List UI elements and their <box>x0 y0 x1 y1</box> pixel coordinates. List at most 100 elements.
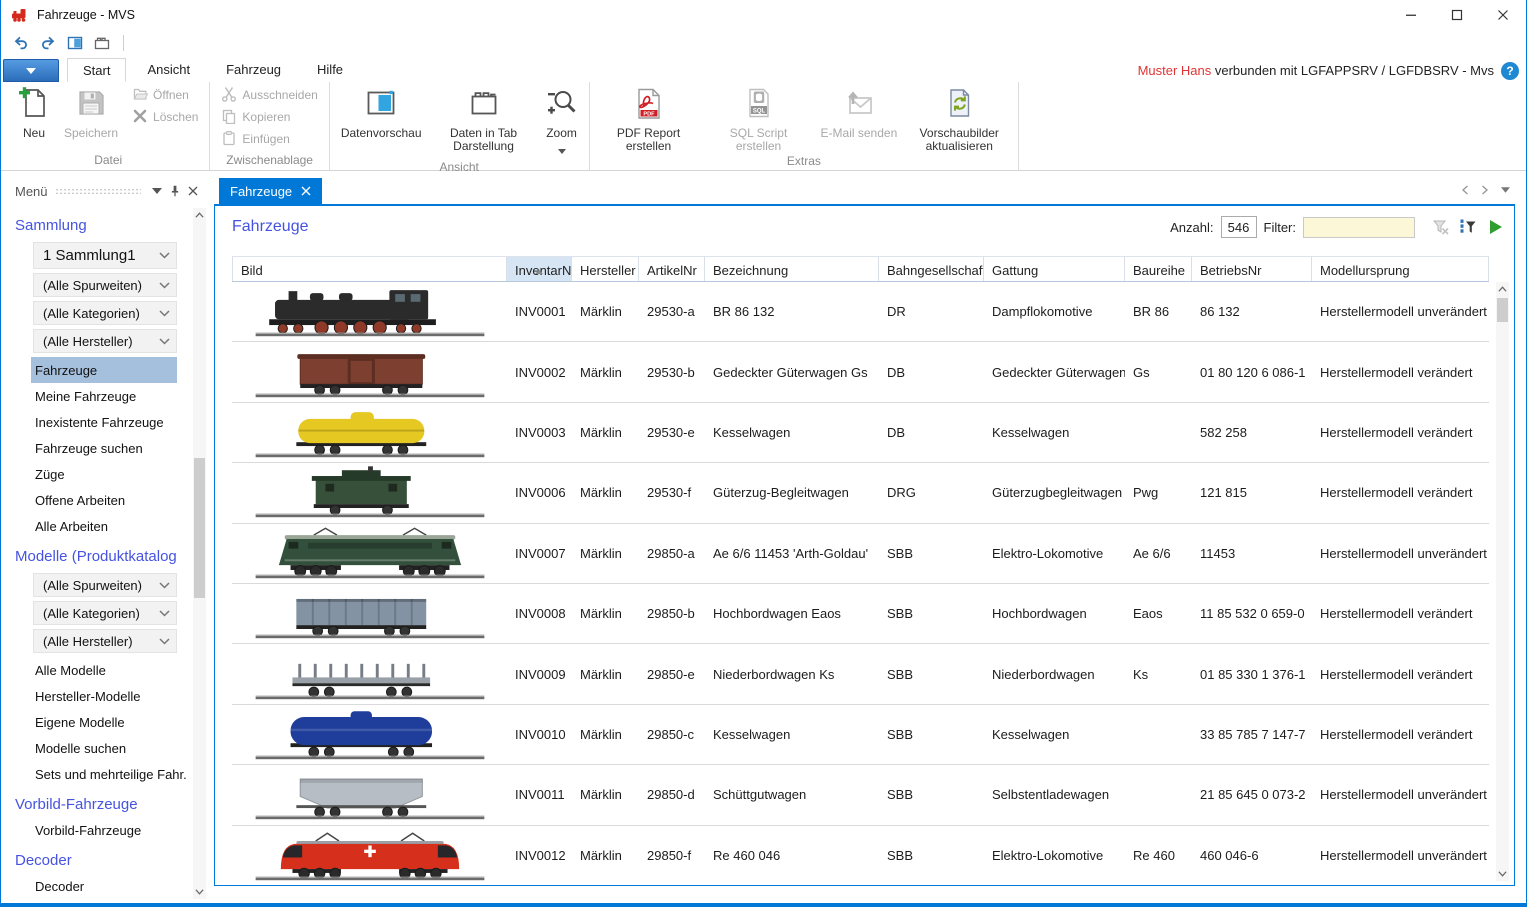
vehicle-image-tank-car <box>232 403 507 462</box>
table-row[interactable]: INV0009Märklin29850-eNiederbordwagen KsS… <box>232 644 1489 704</box>
vehicle-image-electric-locomotive <box>232 524 507 583</box>
app-menu-button[interactable] <box>3 59 59 82</box>
column-header-bahngesellschaft[interactable]: Bahngesellschaft <box>879 257 984 281</box>
scroll-up-icon[interactable] <box>1496 282 1509 296</box>
tab-list-dropdown-icon[interactable] <box>1497 182 1513 198</box>
datenvorschau-button[interactable]: Datenvorschau <box>335 84 428 141</box>
sidebar-item-alle-arbeiten[interactable]: Alle Arbeiten <box>31 513 177 539</box>
filter-settings-icon[interactable] <box>1458 217 1478 237</box>
table-scrollbar[interactable] <box>1496 282 1509 881</box>
cell-bezeichnung: Re 460 046 <box>705 848 879 863</box>
tab-close-icon[interactable] <box>301 186 311 196</box>
redo-icon[interactable] <box>38 33 58 53</box>
sidebar-filter-select[interactable]: (Alle Spurweiten) <box>33 573 177 597</box>
table-row[interactable]: INV0007Märklin29850-aAe 6/6 11453 'Arth-… <box>232 524 1489 584</box>
column-header-baureihe[interactable]: Baureihe <box>1125 257 1192 281</box>
sidebar-filter-select[interactable]: (Alle Kategorien) <box>33 601 177 625</box>
sidebar-item-offene-arbeiten[interactable]: Offene Arbeiten <box>31 487 177 513</box>
sidebar-item-inexistente-fahrzeuge[interactable]: Inexistente Fahrzeuge <box>31 409 177 435</box>
help-icon[interactable]: ? <box>1501 62 1519 80</box>
filter-input[interactable] <box>1303 217 1415 238</box>
daten-in-tab-darstellung-button[interactable]: Daten in Tab Darstellung <box>430 84 538 154</box>
column-header-inventarnr[interactable]: InventarNr <box>507 257 572 281</box>
tab-scroll-left-icon[interactable] <box>1457 182 1473 198</box>
table-row[interactable]: INV0006Märklin29530-fGüterzug-Begleitwag… <box>232 463 1489 523</box>
maximize-button[interactable] <box>1434 0 1480 30</box>
pin-icon[interactable] <box>166 182 184 200</box>
column-header-bezeichnung[interactable]: Bezeichnung <box>705 257 879 281</box>
toolbar-separator <box>123 35 124 51</box>
sidebar-filter-select[interactable]: (Alle Hersteller) <box>33 629 177 653</box>
scrollbar-thumb[interactable] <box>194 458 205 598</box>
sidebar-item-modelle-suchen[interactable]: Modelle suchen <box>31 735 177 761</box>
column-header-modellursprung[interactable]: Modellursprung <box>1312 257 1489 281</box>
sidebar-filter-select[interactable]: (Alle Spurweiten) <box>33 273 177 297</box>
ribbon-tab-start[interactable]: Start <box>67 58 126 82</box>
sidebar-menu-dropdown-icon[interactable] <box>148 182 166 200</box>
sidebar-item-alle-modelle[interactable]: Alle Modelle <box>31 657 177 683</box>
table-row[interactable]: INV0010Märklin29850-cKesselwagenSBBKesse… <box>232 705 1489 765</box>
cell-bezeichnung: Schüttgutwagen <box>705 787 879 802</box>
cell-betriebsnr: 582 258 <box>1192 425 1312 440</box>
button-label: Löschen <box>153 110 198 124</box>
vehicle-image-caboose <box>232 463 507 522</box>
ribbon-tab-ansicht[interactable]: Ansicht <box>132 58 205 82</box>
sidebar-filter-select[interactable]: 1 Sammlung1 <box>33 242 177 269</box>
table-row[interactable]: INV0012Märklin29850-fRe 460 046SBBElektr… <box>232 826 1489 884</box>
vorschaubilder-aktualisieren-button[interactable]: Vorschaubilder aktualisieren <box>905 84 1013 154</box>
column-header-betriebsnr[interactable]: BetriebsNr <box>1192 257 1312 281</box>
clear-filter-icon <box>1431 217 1451 237</box>
tab-bar-icon[interactable] <box>92 33 112 53</box>
quick-access-toolbar <box>1 30 1526 56</box>
table-row[interactable]: INV0001Märklin29530-aBR 86 132DRDampflok… <box>232 282 1489 342</box>
sidebar-item-decoder[interactable]: Decoder <box>31 873 177 899</box>
sidebar-item-züge[interactable]: Züge <box>31 461 177 487</box>
cell-artikelnr: 29530-f <box>639 485 705 500</box>
tab-scroll-right-icon[interactable] <box>1477 182 1493 198</box>
zoom-button[interactable]: Zoom <box>540 84 584 160</box>
sidebar-section-heading: Vorbild-Fahrzeuge <box>4 787 193 817</box>
sidebar-item-eigene-modelle[interactable]: Eigene Modelle <box>31 709 177 735</box>
table-row[interactable]: INV0011Märklin29850-dSchüttgutwagenSBBSe… <box>232 765 1489 825</box>
sidebar-item-hersteller-modelle[interactable]: Hersteller-Modelle <box>31 683 177 709</box>
preview-pane-icon[interactable] <box>65 33 85 53</box>
column-header-bild[interactable]: Bild <box>232 257 507 281</box>
pdf-report-erstellen-button[interactable]: PDFPDF Report erstellen <box>595 84 703 154</box>
button-label: Vorschaubilder aktualisieren <box>911 127 1007 153</box>
scroll-up-icon[interactable] <box>193 208 206 222</box>
chevron-down-icon <box>159 282 170 289</box>
apply-filter-play-icon[interactable] <box>1485 217 1505 237</box>
neu-button[interactable]: Neu <box>12 84 56 141</box>
column-header-hersteller[interactable]: Hersteller <box>572 257 639 281</box>
tab-fahrzeuge[interactable]: Fahrzeuge <box>219 178 322 204</box>
scrollbar-thumb[interactable] <box>1497 298 1508 322</box>
table-row[interactable]: INV0008Märklin29850-bHochbordwagen EaosS… <box>232 584 1489 644</box>
sidebar-item-fahrzeuge[interactable]: Fahrzeuge <box>31 357 177 383</box>
scroll-down-icon[interactable] <box>1496 867 1509 881</box>
column-header-gattung[interactable]: Gattung <box>984 257 1125 281</box>
ribbon-tab-fahrzeug[interactable]: Fahrzeug <box>211 58 296 82</box>
cell-betriebsnr: 01 85 330 1 376-1 <box>1192 667 1312 682</box>
scroll-down-icon[interactable] <box>193 885 206 899</box>
sidebar-item-sets-und-mehrteilige-fahr-[interactable]: Sets und mehrteilige Fahr. <box>31 761 177 787</box>
page-title: Fahrzeuge <box>232 218 309 236</box>
sidebar-filter-select[interactable]: (Alle Hersteller) <box>33 329 177 353</box>
cell-bahngesellschaft: SBB <box>879 667 984 682</box>
table-row[interactable]: INV0002Märklin29530-bGedeckter Güterwage… <box>232 342 1489 402</box>
minimize-button[interactable] <box>1388 0 1434 30</box>
sidebar-close-icon[interactable] <box>184 182 202 200</box>
ribbon-tab-hilfe[interactable]: Hilfe <box>302 58 358 82</box>
sidebar-item-meine-fahrzeuge[interactable]: Meine Fahrzeuge <box>31 383 177 409</box>
cell-inventarnr: INV0007 <box>507 546 572 561</box>
table-row[interactable]: INV0003Märklin29530-eKesselwagenDBKessel… <box>232 403 1489 463</box>
cell-modellursprung: Herstellermodell verändert <box>1312 667 1489 682</box>
undo-icon[interactable] <box>11 33 31 53</box>
sidebar-item-vorbild-fahrzeuge[interactable]: Vorbild-Fahrzeuge <box>31 817 177 843</box>
sidebar-item-fahrzeuge-suchen[interactable]: Fahrzeuge suchen <box>31 435 177 461</box>
column-header-artikelnr[interactable]: ArtikelNr <box>639 257 705 281</box>
sidebar-section-heading: Sammlung <box>4 208 193 238</box>
sidebar-scrollbar[interactable] <box>193 208 206 899</box>
sidebar-filter-select[interactable]: (Alle Kategorien) <box>33 301 177 325</box>
close-button[interactable] <box>1480 0 1526 30</box>
dropdown-arrow-icon[interactable] <box>558 141 566 159</box>
